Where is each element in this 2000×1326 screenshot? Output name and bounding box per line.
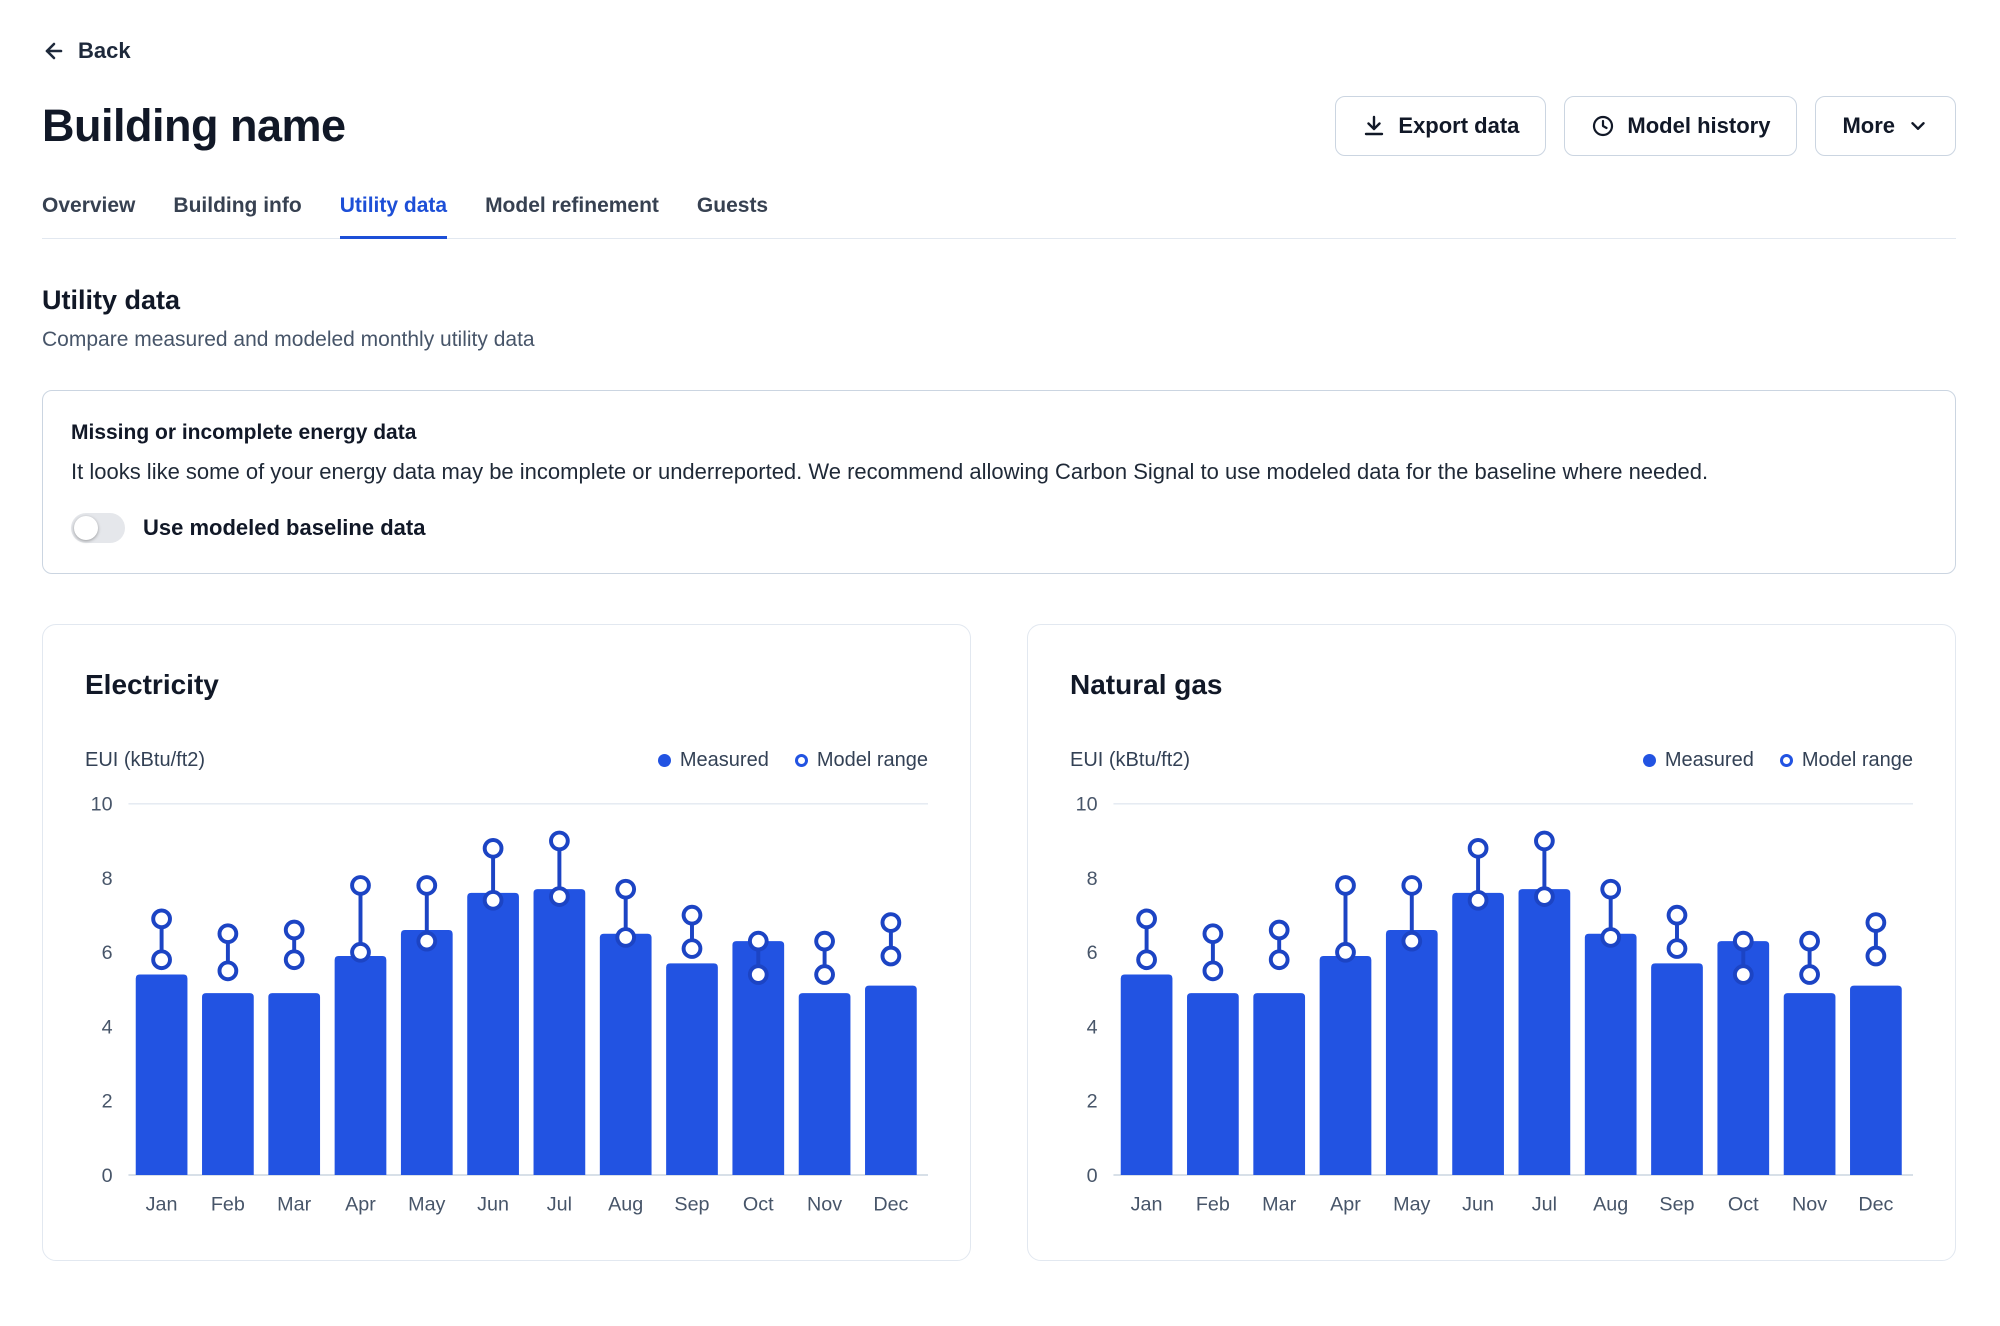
- svg-text:Aug: Aug: [608, 1194, 643, 1216]
- back-button[interactable]: Back: [42, 38, 131, 64]
- svg-text:Feb: Feb: [211, 1194, 245, 1216]
- toggle-label: Use modeled baseline data: [143, 515, 425, 541]
- measured-dot-icon: [1643, 754, 1656, 767]
- section-subtitle: Compare measured and modeled monthly uti…: [42, 328, 1956, 352]
- svg-text:Sep: Sep: [674, 1194, 709, 1216]
- svg-text:Feb: Feb: [1196, 1194, 1230, 1216]
- svg-text:Jan: Jan: [1131, 1194, 1163, 1216]
- tab-bar: Overview Building info Utility data Mode…: [42, 194, 1956, 239]
- legend-measured-label: Measured: [1665, 749, 1754, 772]
- svg-text:4: 4: [102, 1016, 113, 1038]
- svg-text:Sep: Sep: [1659, 1194, 1694, 1216]
- legend-model-range-label: Model range: [817, 749, 928, 772]
- svg-text:Dec: Dec: [873, 1194, 908, 1216]
- model-range-dot-icon: [1780, 754, 1793, 767]
- alert-title: Missing or incomplete energy data: [71, 421, 1927, 445]
- svg-text:8: 8: [102, 868, 113, 890]
- more-button[interactable]: More: [1815, 96, 1956, 156]
- svg-text:2: 2: [1087, 1091, 1098, 1113]
- natural-gas-y-axis-label: EUI (kBtu/ft2): [1070, 749, 1190, 772]
- svg-text:Mar: Mar: [277, 1194, 311, 1216]
- page-title: Building name: [42, 100, 346, 152]
- electricity-chart-title: Electricity: [85, 669, 928, 701]
- electricity-card: Electricity EUI (kBtu/ft2) Measured Mode…: [42, 624, 971, 1261]
- natural-gas-card: Natural gas EUI (kBtu/ft2) Measured Mode…: [1027, 624, 1956, 1261]
- header-actions: Export data Model history More: [1335, 96, 1956, 156]
- chevron-down-icon: [1907, 115, 1929, 137]
- legend-model-range: Model range: [1780, 749, 1913, 772]
- svg-text:Mar: Mar: [1262, 1194, 1296, 1216]
- back-label: Back: [78, 38, 131, 64]
- svg-text:Jan: Jan: [146, 1194, 178, 1216]
- utility-data-section-header: Utility data Compare measured and modele…: [42, 285, 1956, 352]
- svg-text:6: 6: [1087, 942, 1098, 964]
- svg-text:Jun: Jun: [1462, 1194, 1494, 1216]
- use-modeled-baseline-toggle[interactable]: [71, 513, 125, 543]
- svg-text:8: 8: [1087, 868, 1098, 890]
- svg-text:Jul: Jul: [1532, 1194, 1557, 1216]
- svg-text:Nov: Nov: [1792, 1194, 1827, 1216]
- natural-gas-chart: 0 2 4 6 8 10 Jan Feb Mar Apr May Jun Jul Aug Sep Oct Nov…: [1070, 790, 1913, 1226]
- svg-text:Aug: Aug: [1593, 1194, 1628, 1216]
- electricity-chart: 0 2 4 6 8 10 Jan Feb Mar Apr May Jun Jul Aug Sep Oct Nov…: [85, 790, 928, 1226]
- legend-measured: Measured: [1643, 749, 1754, 772]
- tab-model-refinement[interactable]: Model refinement: [485, 194, 659, 239]
- tab-building-info[interactable]: Building info: [173, 194, 301, 239]
- toggle-knob: [74, 516, 98, 540]
- svg-text:10: 10: [91, 794, 113, 816]
- electricity-meta-row: EUI (kBtu/ft2) Measured Model range: [85, 749, 928, 772]
- legend-model-range-label: Model range: [1802, 749, 1913, 772]
- export-data-label: Export data: [1398, 113, 1519, 139]
- more-label: More: [1842, 113, 1895, 139]
- model-range-dot-icon: [795, 754, 808, 767]
- svg-text:Oct: Oct: [743, 1194, 774, 1216]
- svg-text:2: 2: [102, 1091, 113, 1113]
- legend-measured: Measured: [658, 749, 769, 772]
- alert-body: It looks like some of your energy data m…: [71, 459, 1927, 485]
- svg-text:Dec: Dec: [1858, 1194, 1893, 1216]
- charts-row: Electricity EUI (kBtu/ft2) Measured Mode…: [42, 624, 1956, 1261]
- export-data-button[interactable]: Export data: [1335, 96, 1546, 156]
- svg-text:4: 4: [1087, 1016, 1098, 1038]
- download-icon: [1362, 114, 1386, 138]
- missing-data-alert: Missing or incomplete energy data It loo…: [42, 390, 1956, 574]
- svg-text:Apr: Apr: [1330, 1194, 1361, 1216]
- page: Back Building name Export data Model his…: [0, 0, 2000, 1261]
- model-history-button[interactable]: Model history: [1564, 96, 1797, 156]
- model-history-label: Model history: [1627, 113, 1770, 139]
- svg-text:Jun: Jun: [477, 1194, 509, 1216]
- svg-text:10: 10: [1076, 794, 1098, 816]
- page-header: Building name Export data Model history …: [42, 96, 1956, 156]
- svg-text:0: 0: [1087, 1165, 1098, 1187]
- clock-icon: [1591, 114, 1615, 138]
- svg-text:0: 0: [102, 1165, 113, 1187]
- section-title: Utility data: [42, 285, 1956, 316]
- natural-gas-chart-title: Natural gas: [1070, 669, 1913, 701]
- natural-gas-meta-row: EUI (kBtu/ft2) Measured Model range: [1070, 749, 1913, 772]
- svg-text:Oct: Oct: [1728, 1194, 1759, 1216]
- svg-text:6: 6: [102, 942, 113, 964]
- toggle-row: Use modeled baseline data: [71, 513, 1927, 543]
- tab-utility-data[interactable]: Utility data: [340, 194, 447, 239]
- tab-overview[interactable]: Overview: [42, 194, 135, 239]
- svg-text:Nov: Nov: [807, 1194, 842, 1216]
- svg-text:May: May: [1393, 1194, 1430, 1216]
- measured-dot-icon: [658, 754, 671, 767]
- svg-text:Apr: Apr: [345, 1194, 376, 1216]
- arrow-left-icon: [42, 39, 66, 63]
- svg-text:May: May: [408, 1194, 445, 1216]
- tab-guests[interactable]: Guests: [697, 194, 768, 239]
- natural-gas-legend: Measured Model range: [1643, 749, 1913, 772]
- legend-model-range: Model range: [795, 749, 928, 772]
- electricity-y-axis-label: EUI (kBtu/ft2): [85, 749, 205, 772]
- svg-text:Jul: Jul: [547, 1194, 572, 1216]
- legend-measured-label: Measured: [680, 749, 769, 772]
- electricity-legend: Measured Model range: [658, 749, 928, 772]
